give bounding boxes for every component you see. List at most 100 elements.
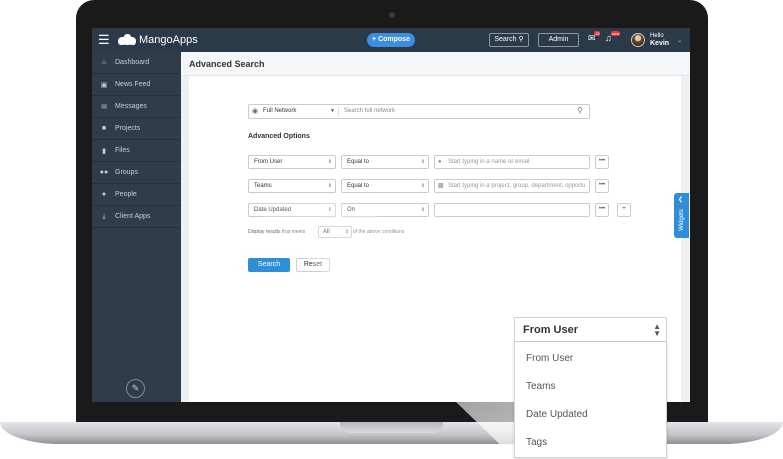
person-icon: ● [101, 191, 107, 198]
sidebar: ⌂ Dashboard ▣ News Feed ✉ Messages ■ Pro… [92, 52, 181, 402]
operator-select-1[interactable]: Equal to ⇕ [341, 155, 429, 169]
more-options-button-2[interactable]: ••• [595, 179, 609, 193]
field-select-2[interactable]: Teams ⇕ [248, 179, 336, 193]
hamburger-icon[interactable]: ☰ [98, 33, 110, 47]
search-icon[interactable]: ⚲ [577, 106, 583, 115]
widgets-label: Widgets [679, 209, 685, 231]
more-options-button-1[interactable]: ••• [595, 155, 609, 169]
envelope-icon: ✉ [101, 103, 107, 111]
page-header: Advanced Search [181, 52, 690, 76]
user-menu[interactable]: Hello Kevin ⌄ [631, 31, 682, 49]
laptop-notch [340, 422, 443, 433]
add-condition-button[interactable]: + [617, 203, 631, 217]
scope-divider [338, 107, 339, 116]
sidebar-item-label: Files [115, 147, 130, 154]
announcements-badge: new [611, 31, 621, 36]
operator-select-label: Equal to [347, 183, 370, 189]
globe-icon: ◉ [252, 108, 259, 115]
select-arrows-icon: ⇕ [327, 207, 332, 213]
field-select-label: Date Updated [254, 207, 292, 213]
chevron-down-icon: ⌄ [677, 37, 683, 44]
admin-button[interactable]: Admin [538, 33, 579, 47]
scope-select[interactable]: Full Network [263, 108, 296, 114]
search-scope-bar: ◉ Full Network ▼ Search full network ⚲ [248, 104, 590, 119]
dropdown-option-date-updated[interactable]: Date Updated [526, 409, 588, 420]
more-options-button-3[interactable]: ••• [595, 203, 609, 217]
megaphone-icon[interactable]: ♫ new [605, 31, 621, 43]
compose-button[interactable]: + Compose [367, 33, 415, 47]
sidebar-item-label: Messages [115, 103, 147, 110]
sidebar-item-label: News Feed [115, 81, 151, 88]
operator-select-label: Equal to [347, 159, 370, 165]
select-arrows-icon: ▲ ▼ [653, 322, 661, 338]
sidebar-item-messages[interactable]: ✉ Messages [92, 96, 181, 118]
sidebar-item-groups[interactable]: ●● Groups [92, 162, 181, 184]
user-greeting-block: Hello Kevin [650, 33, 669, 48]
sidebar-item-projects[interactable]: ■ Projects [92, 118, 181, 140]
search-input[interactable]: Search full network [344, 108, 395, 114]
operator-select-3[interactable]: On ⇕ [341, 203, 429, 217]
meets-prefix: Display results that meets [248, 229, 306, 235]
mango-logo-icon [118, 34, 136, 46]
operator-select-2[interactable]: Equal to ⇕ [341, 179, 429, 193]
dropdown-selected-label: From User [523, 324, 579, 336]
avatar [631, 33, 645, 47]
person-icon: ● [438, 159, 442, 165]
camera-dot [389, 12, 395, 18]
sidebar-item-news-feed[interactable]: ▣ News Feed [92, 74, 181, 96]
sidebar-item-label: Dashboard [115, 59, 150, 66]
select-arrows-icon: ⇕ [327, 159, 332, 165]
advanced-options-title: Advanced Options [248, 133, 310, 140]
top-bar: ☰ MangoApps + Compose Search ⚲ Admin ✉ 1… [92, 28, 690, 52]
select-arrows-icon: ⇕ [420, 159, 425, 165]
file-icon: ▮ [102, 147, 106, 155]
search-label: Search [494, 36, 517, 43]
logo-text: MangoApps [139, 34, 198, 46]
group-icon: ●● [99, 169, 109, 176]
meets-select[interactable]: All ⇕ [318, 226, 352, 238]
user-name: Kevin [650, 39, 670, 47]
search-icon: ⚲ [518, 36, 524, 43]
chat-bubble-icon[interactable]: ✉ 13 [588, 31, 601, 43]
dropdown-options: From User Teams Date Updated Tags [514, 342, 667, 458]
briefcase-icon: ■ [101, 125, 107, 132]
dropdown-option-from-user[interactable]: From User [526, 353, 573, 364]
sidebar-item-dashboard[interactable]: ⌂ Dashboard [92, 52, 181, 74]
sidebar-item-label: Groups [115, 169, 138, 176]
user-greeting: Hello [650, 32, 664, 39]
messages-badge: 13 [594, 31, 601, 36]
sidebar-item-people[interactable]: ● People [92, 184, 181, 206]
team-icon: ▩ [438, 183, 444, 189]
page-title: Advanced Search [189, 59, 265, 69]
operator-select-label: On [347, 207, 356, 213]
search-button[interactable]: Search ⚲ [489, 33, 529, 47]
field-dropdown-zoomed[interactable]: From User ▲ ▼ [514, 317, 667, 342]
value-input-2[interactable]: ▩ Start typing in a project, group, depa… [434, 179, 590, 193]
field-select-label: Teams [254, 183, 272, 189]
select-arrows-icon: ⇕ [327, 183, 332, 189]
select-arrows-icon: ⇕ [420, 207, 425, 213]
field-select-1[interactable]: From User ⇕ [248, 155, 336, 169]
logo[interactable]: MangoApps [118, 32, 198, 48]
value-placeholder: Start typing in a name or email [448, 159, 530, 165]
meets-suffix: of the above conditions [353, 229, 405, 235]
pencil-icon[interactable]: ✎ [126, 379, 145, 398]
value-input-3[interactable] [434, 203, 590, 217]
download-icon: ⤓ [102, 212, 106, 220]
widgets-tab[interactable]: ❮ Widgets [674, 193, 689, 238]
value-input-1[interactable]: ● Start typing in a name or email [434, 155, 590, 169]
sidebar-item-files[interactable]: ▮ Files [92, 140, 181, 162]
reset-button[interactable]: Reset [296, 258, 330, 272]
dropdown-option-teams[interactable]: Teams [526, 381, 555, 392]
dropdown-option-tags[interactable]: Tags [526, 437, 547, 448]
sidebar-item-client-apps[interactable]: ⤓ Client Apps [92, 206, 181, 228]
value-placeholder: Start typing in a project, group, depart… [448, 183, 586, 189]
caret-down-icon[interactable]: ▼ [330, 108, 335, 114]
search-submit-button[interactable]: Search [248, 258, 290, 272]
sidebar-item-label: People [115, 191, 137, 198]
field-select-3[interactable]: Date Updated ⇕ [248, 203, 336, 217]
home-icon: ⌂ [101, 59, 107, 66]
sidebar-item-label: Projects [115, 125, 141, 132]
field-select-label: From User [254, 159, 283, 165]
meets-select-label: All [323, 229, 330, 235]
